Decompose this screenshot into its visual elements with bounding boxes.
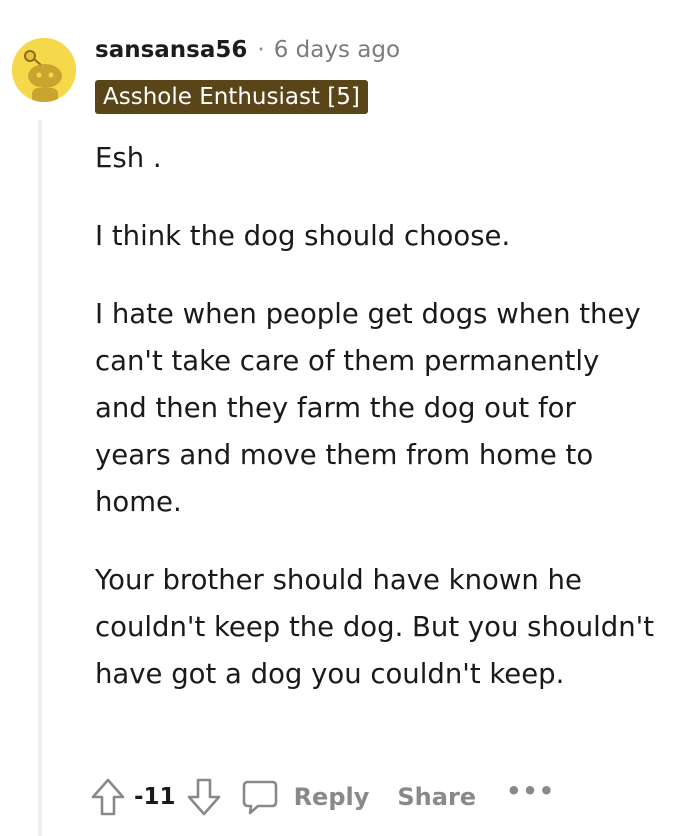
more-options-button[interactable]: ••• (506, 777, 555, 805)
comment-bubble-icon (242, 780, 277, 815)
reply-label: Reply (293, 783, 370, 811)
upvote-button[interactable] (90, 774, 126, 820)
reply-button[interactable]: Reply (240, 777, 370, 817)
comment-paragraph: Your brother should have known he couldn… (95, 564, 655, 690)
comment-paragraph: I think the dog should choose. (95, 220, 511, 252)
upvote-arrow-icon (91, 778, 125, 816)
comment-paragraph: I hate when people get dogs when they ca… (95, 298, 641, 518)
avatar[interactable] (12, 38, 76, 102)
comment-meta: sansansa56 · 6 days ago (95, 33, 400, 67)
downvote-button[interactable] (186, 774, 222, 820)
snoo-avatar-icon (12, 38, 76, 102)
comment-paragraph: Esh . (95, 142, 162, 174)
thread-line[interactable] (38, 120, 42, 836)
share-button[interactable]: Share (397, 783, 476, 811)
user-flair: Asshole Enthusiast [5] (95, 80, 368, 114)
vote-score: -11 (134, 784, 176, 810)
username-link[interactable]: sansansa56 (95, 37, 247, 63)
comment-body: Esh . I think the dog should choose. I h… (95, 135, 655, 698)
timestamp[interactable]: 6 days ago (274, 37, 400, 63)
downvote-arrow-icon (187, 778, 220, 816)
meta-separator: · (257, 37, 265, 63)
comment-actions: -11 Reply Share ••• (90, 772, 555, 822)
